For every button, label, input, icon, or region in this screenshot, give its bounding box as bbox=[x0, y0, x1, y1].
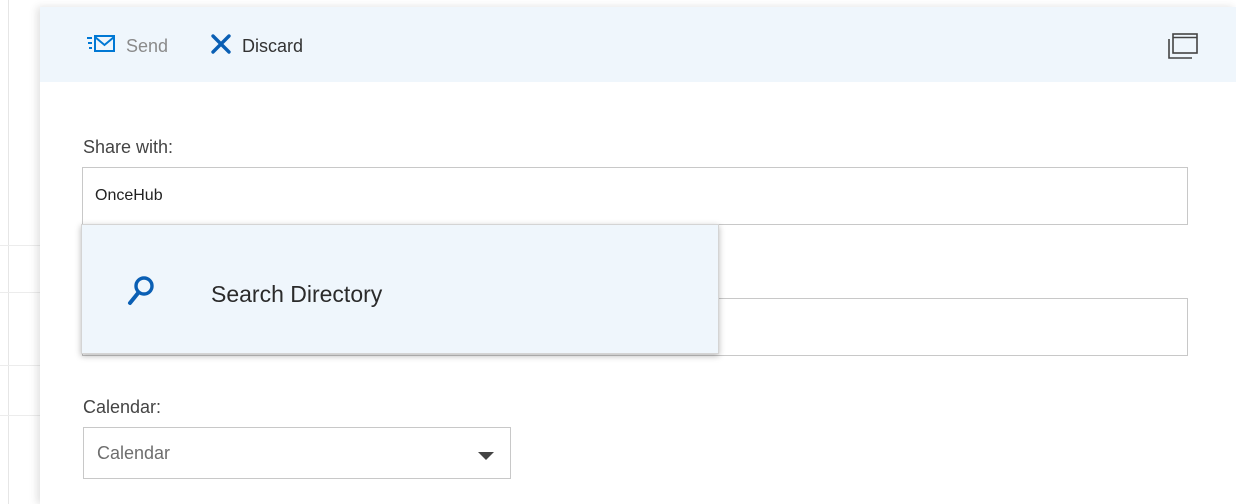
background-page bbox=[0, 0, 40, 504]
share-calendar-panel: Send Discard Share with: Calendar: Calen… bbox=[40, 7, 1236, 504]
pop-out-window-icon[interactable] bbox=[1166, 31, 1200, 61]
search-directory-suggestion[interactable]: Search Directory bbox=[81, 224, 719, 354]
discard-button-label: Discard bbox=[242, 35, 304, 56]
search-icon bbox=[126, 275, 156, 307]
calendar-dropdown[interactable]: Calendar bbox=[83, 427, 511, 479]
background-divider bbox=[8, 0, 9, 504]
background-row-line bbox=[0, 365, 40, 366]
background-row-line bbox=[0, 245, 40, 246]
close-x-icon bbox=[210, 33, 232, 60]
background-row-line bbox=[0, 292, 40, 293]
send-mail-icon bbox=[86, 34, 116, 59]
send-button[interactable]: Send bbox=[86, 32, 168, 60]
share-with-label: Share with: bbox=[83, 137, 174, 157]
background-row-line bbox=[0, 415, 40, 416]
discard-button[interactable]: Discard bbox=[210, 32, 303, 60]
calendar-label: Calendar: bbox=[83, 397, 162, 417]
search-directory-label: Search Directory bbox=[211, 281, 383, 307]
chevron-down-icon bbox=[478, 452, 494, 460]
compose-toolbar: Send Discard bbox=[40, 7, 1236, 82]
send-button-label: Send bbox=[126, 35, 169, 56]
calendar-dropdown-value: Calendar bbox=[97, 443, 171, 463]
share-with-input[interactable] bbox=[82, 167, 1188, 225]
